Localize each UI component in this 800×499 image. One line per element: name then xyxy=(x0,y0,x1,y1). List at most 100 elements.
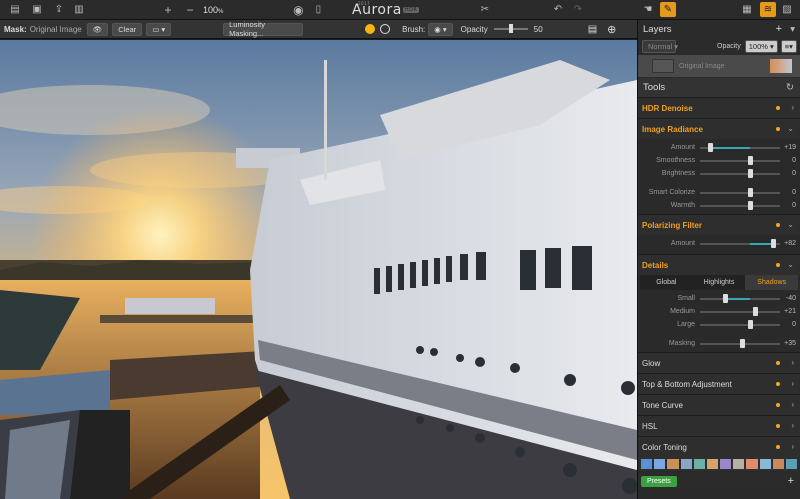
collapsed-section[interactable]: Glow › xyxy=(638,352,800,373)
blend-mode-select[interactable]: Normal ▾ xyxy=(642,39,678,53)
slider-track[interactable] xyxy=(700,169,780,178)
collapsed-section[interactable]: Top & Bottom Adjustment › xyxy=(638,373,800,394)
color-swatch[interactable] xyxy=(654,459,666,469)
tab-global[interactable]: Global xyxy=(640,275,693,290)
export-icon[interactable]: ▥ xyxy=(72,4,86,16)
section-details[interactable]: Details ⌄ xyxy=(638,254,800,275)
chevron-right-icon[interactable]: › xyxy=(791,379,794,388)
target-icon[interactable]: ⊕ xyxy=(607,23,616,36)
image-info-icon[interactable]: ▨ xyxy=(780,4,794,16)
color-swatch[interactable] xyxy=(785,459,798,469)
tab-highlights[interactable]: Highlights xyxy=(693,275,746,290)
color-swatch[interactable] xyxy=(720,459,732,469)
slider-knob[interactable] xyxy=(707,143,713,152)
zoom-level[interactable]: 100% xyxy=(203,5,223,15)
histogram-icon[interactable]: ▦ xyxy=(740,4,754,16)
enabled-dot[interactable] xyxy=(776,361,780,365)
color-swatch[interactable] xyxy=(641,459,653,469)
chevron-right-icon[interactable]: › xyxy=(791,400,794,409)
slider-knob[interactable] xyxy=(739,339,745,348)
slider-track[interactable] xyxy=(700,339,780,348)
color-swatch[interactable] xyxy=(733,459,745,469)
slider-knob[interactable] xyxy=(747,188,753,197)
slider-knob[interactable] xyxy=(508,24,513,33)
slider-knob[interactable] xyxy=(747,156,753,165)
brush-paint-icon[interactable] xyxy=(365,24,376,34)
layer-row[interactable]: Original Image xyxy=(638,55,800,77)
collapsed-section[interactable]: Tone Curve › xyxy=(638,394,800,415)
chevron-right-icon[interactable]: › xyxy=(791,442,794,451)
slider-knob[interactable] xyxy=(747,169,753,178)
enabled-dot[interactable] xyxy=(776,106,780,110)
brush-opacity-slider[interactable] xyxy=(493,24,528,33)
open-image-icon[interactable]: ▤ xyxy=(8,4,22,16)
enabled-dot[interactable] xyxy=(776,403,780,407)
enabled-dot[interactable] xyxy=(776,424,780,428)
color-swatch[interactable] xyxy=(680,459,692,469)
eye-icon[interactable]: ◉ xyxy=(291,3,305,17)
section-hdr-denoise[interactable]: HDR Denoise › xyxy=(638,97,800,118)
section-image-radiance[interactable]: Image Radiance ⌄ xyxy=(638,118,800,139)
layer-menu-button[interactable]: ≡▾ xyxy=(780,39,797,53)
slider-knob[interactable] xyxy=(753,307,759,316)
layer-opacity-select[interactable]: 100% ▾ xyxy=(744,39,778,53)
refresh-icon[interactable]: ↻ xyxy=(786,82,794,93)
color-swatch[interactable] xyxy=(772,459,784,469)
collapsed-section[interactable]: Color Toning › xyxy=(638,436,800,457)
enabled-dot[interactable] xyxy=(776,382,780,386)
add-layer-button[interactable]: + xyxy=(776,23,782,35)
slider-knob[interactable] xyxy=(747,201,753,210)
compare-icon[interactable]: ▯ xyxy=(311,4,325,16)
image-canvas[interactable] xyxy=(0,40,637,499)
chevron-right-icon[interactable]: › xyxy=(791,358,794,367)
mask-menu-button[interactable]: ▭ ▾ xyxy=(146,22,172,36)
adjust-panel-icon[interactable]: ✎ xyxy=(660,2,676,17)
luminosity-masking-button[interactable]: Luminosity Masking... xyxy=(223,20,304,38)
slider-track[interactable] xyxy=(700,201,780,210)
slider-track[interactable] xyxy=(700,307,780,316)
slider-track[interactable] xyxy=(700,143,780,152)
mask-visibility-button[interactable]: 👁 xyxy=(86,22,109,36)
add-preset-button[interactable]: + xyxy=(788,475,794,487)
zoom-in-button[interactable]: + xyxy=(161,3,175,17)
undo-icon[interactable]: ↶ xyxy=(551,4,565,16)
layers-panel-icon[interactable]: ≋ xyxy=(760,2,776,17)
slider-knob[interactable] xyxy=(770,239,776,248)
slider-track[interactable] xyxy=(700,188,780,197)
layers-menu-icon[interactable]: ▾ xyxy=(790,24,795,35)
presets-button[interactable]: Presets xyxy=(641,475,677,487)
mask-grid-icon[interactable]: ▤ xyxy=(588,24,597,35)
slider-track[interactable] xyxy=(700,156,780,165)
chevron-down-icon[interactable]: ⌄ xyxy=(787,220,794,229)
color-swatch[interactable] xyxy=(746,459,758,469)
slider-track[interactable] xyxy=(700,320,780,329)
share-icon[interactable]: ⇪ xyxy=(52,4,66,16)
enabled-dot[interactable] xyxy=(776,445,780,449)
enabled-dot[interactable] xyxy=(776,223,780,227)
chevron-down-icon[interactable]: ⌄ xyxy=(787,124,794,133)
section-polarizing-filter[interactable]: Polarizing Filter ⌄ xyxy=(638,214,800,235)
chevron-down-icon[interactable]: ⌄ xyxy=(787,260,794,269)
clear-button[interactable]: Clear xyxy=(112,22,143,36)
slider-knob[interactable] xyxy=(747,320,753,329)
color-swatch[interactable] xyxy=(759,459,771,469)
color-swatch[interactable] xyxy=(693,459,705,469)
zoom-out-button[interactable]: − xyxy=(183,3,197,17)
chevron-right-icon[interactable]: › xyxy=(791,103,794,112)
collapsed-section[interactable]: HSL › xyxy=(638,415,800,436)
slider-track[interactable] xyxy=(700,239,780,248)
brush-erase-icon[interactable] xyxy=(380,24,391,34)
slider-track[interactable] xyxy=(700,294,780,303)
color-swatch[interactable] xyxy=(706,459,719,469)
redo-icon[interactable]: ↷ xyxy=(571,4,585,16)
enabled-dot[interactable] xyxy=(776,263,780,267)
chevron-right-icon[interactable]: › xyxy=(791,421,794,430)
presets-panel-icon[interactable]: ☚ xyxy=(641,4,655,16)
crop-icon[interactable]: ✂ xyxy=(478,4,492,16)
enabled-dot[interactable] xyxy=(776,127,780,131)
brush-settings-button[interactable]: ◉ ▾ xyxy=(428,22,453,36)
color-swatch[interactable] xyxy=(667,459,679,469)
tab-shadows[interactable]: Shadows xyxy=(745,275,799,290)
slider-knob[interactable] xyxy=(722,294,728,303)
batch-icon[interactable]: ▣ xyxy=(30,4,44,16)
